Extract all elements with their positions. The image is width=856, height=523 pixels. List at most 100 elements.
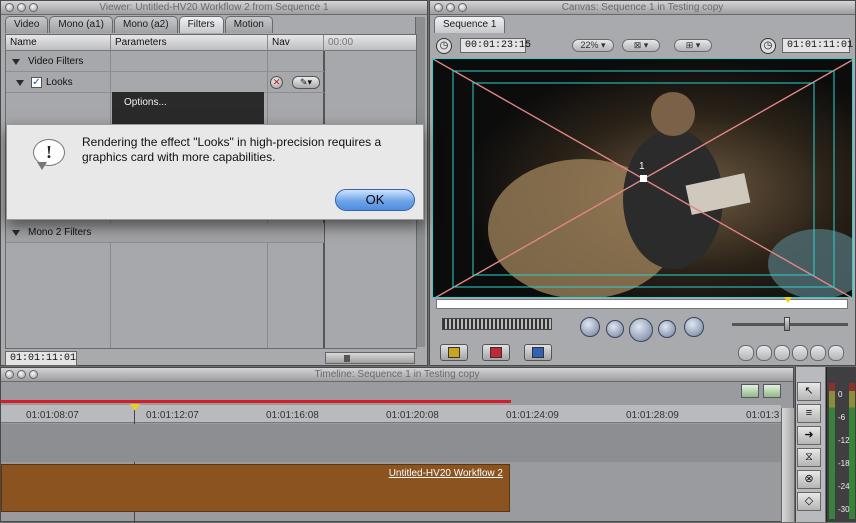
ruler-label: 01:01:20:08 [386,410,439,421]
zoom-window-icon[interactable] [29,370,38,379]
disclosure-triangle-icon[interactable] [12,230,20,236]
insert-button[interactable] [440,344,468,361]
close-window-icon[interactable] [5,370,14,379]
play-around-icon[interactable] [658,320,676,338]
head-shape [651,92,695,136]
jog-slider[interactable] [732,317,848,331]
ruler-label: 01:01:08:07 [26,410,79,421]
play-in-to-out-icon[interactable] [606,320,624,338]
disclosure-triangle-icon[interactable] [12,59,20,65]
selection-tool-icon[interactable]: ↖ [797,382,821,401]
tab-mono-a2[interactable]: Mono (a2) [113,16,178,33]
overwrite-button[interactable] [482,344,510,361]
timeline-playhead-icon[interactable] [130,404,140,411]
looks-options-menu: Options... [112,92,264,124]
scrubber-bar[interactable] [436,297,848,309]
next-edit-icon[interactable] [684,317,704,337]
add-keyframe-icon[interactable] [774,345,790,361]
ruler-label: 01:01:28:09 [626,410,679,421]
canvas-titlebar[interactable]: Canvas: Sequence 1 in Testing copy [430,1,855,15]
play-icon[interactable] [629,318,653,342]
timeline-titlebar[interactable]: Timeline: Sequence 1 in Testing copy [1,368,793,382]
keyframe-menu-icon[interactable]: ✎▾ [292,76,320,89]
insert-icon [448,347,460,358]
replace-button[interactable] [524,344,552,361]
meter-left-bar [829,383,835,519]
overlay-marker: 1 [639,161,645,172]
zoom-value: 22% [580,40,599,50]
minimize-window-icon[interactable] [446,3,455,12]
enable-checkbox-icon[interactable]: ✓ [31,77,42,88]
mono2-filters-label: Mono 2 Filters [28,227,92,238]
ruler-label: 01:01:16:08 [266,410,319,421]
column-name[interactable]: Name [6,35,111,51]
row-mono2-filters[interactable]: Mono 2 Filters [6,223,324,243]
canvas-tabs: Sequence 1 [434,16,506,33]
prev-edit-icon[interactable] [580,317,600,337]
match-frame-icon[interactable] [738,345,754,361]
ok-button[interactable]: OK [335,189,415,211]
row-video-filters[interactable]: Video Filters [6,52,324,72]
viewer-tabs: Video Mono (a1) Mono (a2) Filters Motion [5,16,273,33]
tab-filters[interactable]: Filters [178,16,224,33]
meter-scale-label: -30 [838,505,850,514]
tab-video[interactable]: Video [5,16,49,33]
meter-scale-label: -24 [838,482,850,491]
shuttle-control[interactable] [442,318,552,330]
duration-timecode[interactable]: 00:01:23:15 [460,38,531,53]
minimize-window-icon[interactable] [17,3,26,12]
tab-mono-a1[interactable]: Mono (a1) [49,16,113,33]
clip-name: Untitled-HV20 Workflow 2 [388,468,503,479]
zoom-window-icon[interactable] [458,3,467,12]
ruler-label: 01:01:3 [746,410,780,421]
razor-tool-icon[interactable]: ◇ [797,492,821,511]
alert-dialog: ! Rendering the effect "Looks" in high-p… [6,124,424,220]
track-select-tool-icon[interactable]: ≡ [797,404,821,423]
video-filters-label: Video Filters [28,56,84,67]
column-parameters[interactable]: Parameters [111,35,268,51]
row-looks[interactable]: ✓ Looks ✕ ✎▾ [6,73,324,93]
viewer-titlebar[interactable]: Viewer: Untitled-HV20 Workflow 2 from Se… [1,1,427,15]
zoom-popup[interactable]: 22% ▾ [572,39,614,52]
jog-thumb-icon[interactable] [784,317,790,331]
overwrite-icon [490,347,502,358]
roll-edit-tool-icon[interactable]: ⧖ [797,448,821,467]
timeline-scrollbar[interactable] [781,408,794,522]
column-time-ruler: 00:00 [324,35,416,51]
close-window-icon[interactable] [434,3,443,12]
canvas-title: Canvas: Sequence 1 in Testing copy [561,2,724,13]
minimize-window-icon[interactable] [17,370,26,379]
current-timecode[interactable]: 01:01:11:01 [782,38,853,53]
add-marker-icon[interactable] [792,345,808,361]
tab-sequence-1[interactable]: Sequence 1 [434,16,506,33]
mark-in-icon[interactable] [810,345,826,361]
window-controls [5,3,38,12]
meter-scale-label: -18 [838,459,850,468]
video-clip[interactable]: Untitled-HV20 Workflow 2 [1,464,510,512]
snapping-toggle-icon[interactable] [741,384,759,398]
overlay-popup[interactable]: ⊞ ▾ [674,39,712,52]
zoom-slider-thumb-icon[interactable] [344,355,350,362]
viewer-timecode[interactable]: 01:01:11:01 [5,351,77,366]
playhead-icon[interactable] [784,297,792,303]
reset-icon[interactable]: ✕ [270,76,283,89]
video-frame[interactable]: 1 [432,58,853,298]
column-nav[interactable]: Nav [268,35,324,51]
mark-clip-icon[interactable] [756,345,772,361]
options-menu-item[interactable]: Options... [124,97,167,108]
ruler-label: 01:01:24:09 [506,410,559,421]
ripple-edit-tool-icon[interactable]: ➜ [797,426,821,445]
close-window-icon[interactable] [5,3,14,12]
meter-scale-label: -6 [838,413,846,422]
replace-icon [532,347,544,358]
disclosure-triangle-icon[interactable] [16,80,24,86]
zoom-window-icon[interactable] [29,3,38,12]
empty-track[interactable] [1,424,781,462]
zoom-slider[interactable] [325,352,415,364]
slip-tool-icon[interactable]: ⊗ [797,470,821,489]
tab-motion[interactable]: Motion [224,16,273,33]
center-handle-icon[interactable] [640,175,647,182]
view-popup[interactable]: ⊠ ▾ [622,39,660,52]
mark-out-icon[interactable] [828,345,844,361]
linking-toggle-icon[interactable] [763,384,781,398]
